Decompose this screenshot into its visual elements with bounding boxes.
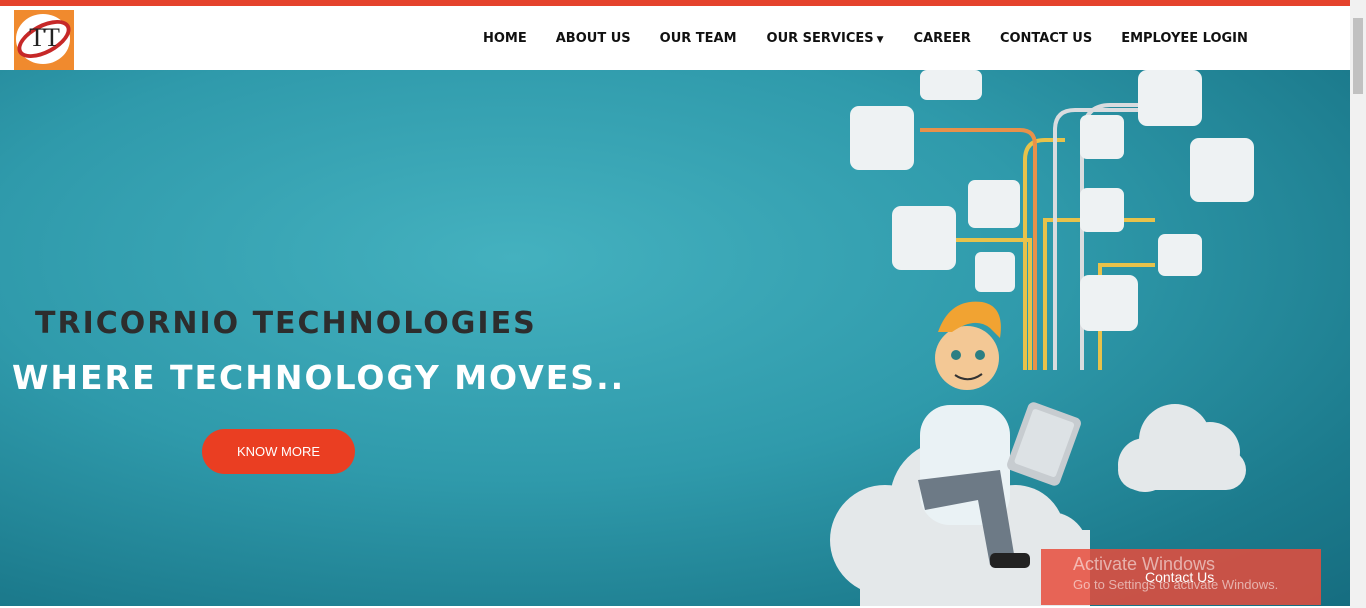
- book-icon: [1080, 275, 1138, 331]
- hero-banner: TRICORNIO TECHNOLOGIES WHERE TECHNOLOGY …: [0, 70, 1350, 606]
- video-camera-icon: [850, 106, 914, 170]
- nav-our-services[interactable]: OUR SERVICES ▼: [767, 31, 884, 46]
- nav-home[interactable]: HOME: [483, 31, 527, 46]
- nav-contact-us[interactable]: CONTACT US: [1000, 31, 1092, 46]
- contact-us-floating-button[interactable]: Contact Us: [1145, 569, 1214, 585]
- laptop-icon: [892, 206, 956, 270]
- clapperboard-icon: [1138, 70, 1202, 126]
- hero-title: TRICORNIO TECHNOLOGIES: [35, 306, 537, 341]
- mail-icon: [1080, 188, 1124, 232]
- nav-our-services-label: OUR SERVICES: [766, 31, 874, 46]
- cloud-small-illustration: [1118, 404, 1246, 492]
- nav-our-team[interactable]: OUR TEAM: [660, 31, 737, 46]
- app-icons-illustration: [850, 70, 1254, 331]
- upload-arrow-icon: [975, 252, 1015, 292]
- main-nav: HOME ABOUT US OUR TEAM OUR SERVICES ▼ CAR…: [483, 31, 1248, 46]
- camera-icon: [920, 70, 982, 100]
- windows-activation-watermark: Activate Windows Go to Settings to activ…: [1041, 549, 1321, 605]
- page-scrollbar[interactable]: [1350, 0, 1366, 608]
- logo-text: TT: [29, 23, 60, 52]
- webcam-icon: [1080, 115, 1124, 159]
- people-icon: [968, 180, 1020, 228]
- nav-about-us[interactable]: ABOUT US: [556, 31, 631, 46]
- thumbs-up-icon: [1158, 234, 1202, 276]
- company-logo[interactable]: TT: [11, 10, 77, 70]
- scrollbar-thumb[interactable]: [1353, 18, 1363, 94]
- know-more-button[interactable]: KNOW MORE: [202, 429, 355, 474]
- caret-down-icon: ▼: [876, 35, 884, 45]
- navbar: TT HOME ABOUT US OUR TEAM OUR SERVICES ▼ …: [0, 6, 1350, 70]
- hero-subtitle: WHERE TECHNOLOGY MOVES..: [12, 358, 626, 397]
- nav-employee-login[interactable]: EMPLOYEE LOGIN: [1121, 31, 1248, 46]
- shopping-basket-icon: [1190, 138, 1254, 202]
- technology-illustration: [830, 70, 1254, 606]
- nav-career[interactable]: CAREER: [914, 31, 971, 46]
